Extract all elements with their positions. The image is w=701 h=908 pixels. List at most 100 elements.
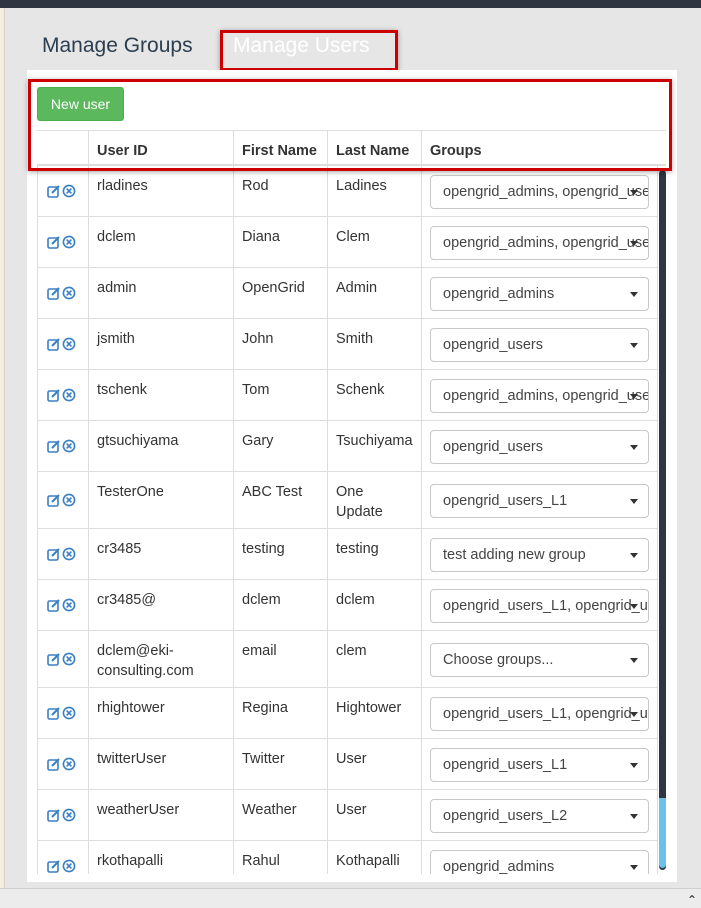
edit-icon[interactable]: [47, 652, 61, 666]
edit-icon[interactable]: [47, 184, 61, 198]
scrollbar-track[interactable]: [659, 170, 666, 870]
groups-select[interactable]: opengrid_users_L1, opengrid_users: [430, 588, 649, 623]
groups-cell: opengrid_users_L1: [421, 739, 658, 789]
delete-icon[interactable]: [62, 286, 76, 300]
groups-select-value: opengrid_users_L1: [443, 492, 568, 509]
groups-select[interactable]: opengrid_admins, opengrid_users: [430, 225, 649, 260]
table-row: rladines Rod Ladines opengrid_admins, openg…: [37, 166, 658, 217]
actions-cell: [37, 421, 88, 471]
groups-select-value: opengrid_admins, opengrid_users: [443, 183, 649, 200]
delete-icon[interactable]: [62, 439, 76, 453]
delete-icon[interactable]: [62, 547, 76, 561]
users-panel: New user User ID First Name Last Name Gr…: [27, 70, 677, 882]
groups-select[interactable]: test adding new group: [430, 537, 649, 572]
first-name-cell: Rod: [233, 166, 327, 216]
groups-select-value: opengrid_users_L1: [443, 756, 568, 773]
delete-icon[interactable]: [62, 493, 76, 507]
table-row: TesterOne ABC Test One Update opengrid_user…: [37, 472, 658, 529]
last-name-cell: User: [327, 739, 421, 789]
table-row: rhightower Regina Hightower opengrid_users_…: [37, 688, 658, 739]
delete-icon[interactable]: [62, 652, 76, 666]
new-user-button[interactable]: New user: [37, 87, 124, 121]
chevron-up-icon[interactable]: ⌃: [687, 893, 697, 907]
caret-down-icon: [630, 864, 638, 870]
header-first-name[interactable]: First Name: [233, 131, 327, 164]
tab-manage-groups[interactable]: Manage Groups: [42, 34, 193, 58]
edit-icon[interactable]: [47, 286, 61, 300]
groups-select[interactable]: opengrid_users: [430, 327, 649, 362]
groups-cell: opengrid_admins, opengrid_users: [421, 166, 658, 216]
groups-cell: opengrid_admins, opengrid_users: [421, 217, 658, 267]
edit-icon[interactable]: [47, 706, 61, 720]
table-row: tschenk Tom Schenk opengrid_admins, opengri…: [37, 370, 658, 421]
edit-icon[interactable]: [47, 235, 61, 249]
tab-manage-users[interactable]: Manage Users: [233, 34, 370, 58]
edit-icon[interactable]: [47, 598, 61, 612]
delete-icon[interactable]: [62, 757, 76, 771]
groups-select[interactable]: opengrid_admins, opengrid_users: [430, 174, 649, 209]
edit-icon[interactable]: [47, 439, 61, 453]
last-name-cell: User: [327, 790, 421, 840]
groups-select-value: opengrid_users: [443, 438, 543, 455]
actions-cell: [37, 268, 88, 318]
actions-cell: [37, 166, 88, 216]
delete-icon[interactable]: [62, 337, 76, 351]
groups-select[interactable]: Choose groups...: [430, 642, 649, 677]
actions-cell: [37, 790, 88, 840]
groups-select[interactable]: opengrid_users: [430, 429, 649, 464]
header-groups[interactable]: Groups: [421, 131, 666, 164]
first-name-cell: Tom: [233, 370, 327, 420]
groups-select[interactable]: opengrid_admins: [430, 276, 649, 311]
delete-icon[interactable]: [62, 235, 76, 249]
groups-select[interactable]: opengrid_users_L1, opengrid_users: [430, 696, 649, 731]
header-user-id[interactable]: User ID: [88, 131, 233, 164]
edit-icon[interactable]: [47, 859, 61, 873]
actions-cell: [37, 580, 88, 630]
table-row: weatherUser Weather User opengrid_users_L2: [37, 790, 658, 841]
groups-cell: opengrid_users: [421, 319, 658, 369]
groups-select-value: Choose groups...: [443, 651, 554, 668]
delete-icon[interactable]: [62, 388, 76, 402]
first-name-cell: Rahul: [233, 841, 327, 874]
delete-icon[interactable]: [62, 706, 76, 720]
groups-select[interactable]: opengrid_admins, opengrid_users: [430, 378, 649, 413]
edit-icon[interactable]: [47, 808, 61, 822]
edit-icon[interactable]: [47, 547, 61, 561]
groups-cell: opengrid_users: [421, 421, 658, 471]
groups-select[interactable]: opengrid_users_L2: [430, 798, 649, 833]
groups-select-value: opengrid_admins: [443, 285, 555, 302]
groups-select-value: opengrid_users_L2: [443, 807, 568, 824]
edit-icon[interactable]: [47, 337, 61, 351]
groups-select[interactable]: opengrid_users_L1: [430, 747, 649, 782]
caret-down-icon: [630, 813, 638, 819]
user-id-cell: gtsuchiyama: [88, 421, 233, 471]
table-header: User ID First Name Last Name Groups: [37, 130, 666, 166]
groups-select[interactable]: opengrid_users_L1: [430, 483, 649, 518]
groups-cell: opengrid_users_L1: [421, 472, 658, 528]
delete-icon[interactable]: [62, 598, 76, 612]
groups-select[interactable]: opengrid_admins: [430, 849, 649, 874]
last-name-cell: Tsuchiyama: [327, 421, 421, 471]
edit-icon[interactable]: [47, 388, 61, 402]
edit-icon[interactable]: [47, 757, 61, 771]
user-id-cell: admin: [88, 268, 233, 318]
groups-select-value: opengrid_users: [443, 336, 543, 353]
delete-icon[interactable]: [62, 808, 76, 822]
last-name-cell: Smith: [327, 319, 421, 369]
edit-icon[interactable]: [47, 493, 61, 507]
table-row: cr3485@ dclem dclem opengrid_users_L1, open…: [37, 580, 658, 631]
actions-cell: [37, 631, 88, 687]
delete-icon[interactable]: [62, 184, 76, 198]
groups-cell: opengrid_users_L1, opengrid_users: [421, 688, 658, 738]
caret-down-icon: [630, 291, 638, 297]
delete-icon[interactable]: [62, 859, 76, 873]
groups-cell: Choose groups...: [421, 631, 658, 687]
scrollbar-thumb[interactable]: [659, 798, 666, 868]
user-id-cell: cr3485: [88, 529, 233, 579]
caret-down-icon: [630, 762, 638, 768]
last-name-cell: dclem: [327, 580, 421, 630]
header-last-name[interactable]: Last Name: [327, 131, 421, 164]
first-name-cell: dclem: [233, 580, 327, 630]
actions-cell: [37, 688, 88, 738]
table-row: jsmith John Smith opengrid_users: [37, 319, 658, 370]
